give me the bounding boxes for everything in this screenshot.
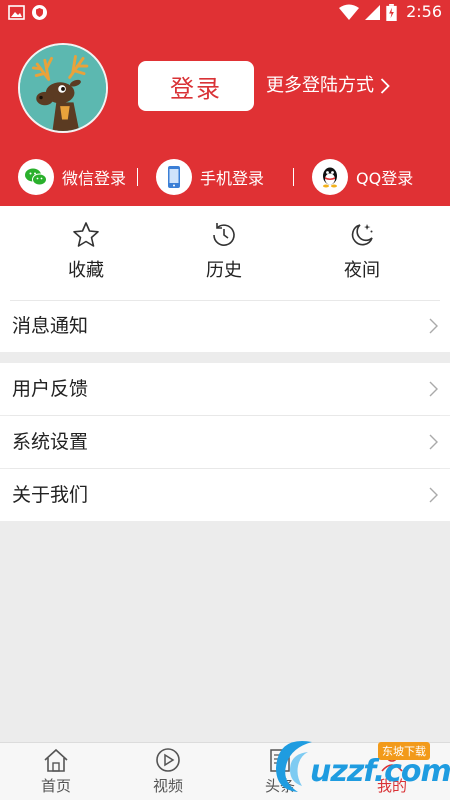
tab-home-label: 首页	[40, 777, 71, 795]
more-login-options-link[interactable]: 更多登陆方式	[266, 71, 390, 101]
watermark-text: uzzf.com	[310, 754, 450, 789]
favorites-button[interactable]: 收藏	[41, 220, 131, 282]
signal-icon	[365, 4, 381, 20]
profile-header: 登录 更多登陆方式 微信登录 手机登录 QQ登录	[0, 25, 450, 206]
history-icon	[213, 223, 235, 246]
divider	[10, 415, 440, 416]
wechat-icon	[18, 159, 54, 195]
divider	[10, 300, 440, 301]
menu-item-notifications[interactable]: 消息通知	[0, 300, 450, 352]
moon-icon	[351, 224, 373, 246]
qq-login-label: QQ登录	[356, 169, 414, 188]
qq-login-option[interactable]: QQ登录	[312, 157, 413, 197]
more-login-label: 更多登陆方式	[266, 75, 374, 96]
separator	[293, 168, 294, 186]
tab-video-label: 视频	[152, 777, 183, 795]
chevron-right-icon	[429, 434, 438, 450]
clock: 2:56	[406, 2, 442, 21]
separator	[137, 168, 138, 186]
status-bar: 2:56	[0, 0, 450, 25]
wechat-login-option[interactable]: 微信登录	[18, 157, 126, 197]
phone-login-option[interactable]: 手机登录	[156, 157, 264, 197]
moose-avatar-icon	[20, 45, 106, 131]
history-label: 历史	[206, 260, 242, 281]
chevron-right-icon	[380, 78, 390, 94]
menu-item-settings[interactable]: 系统设置	[0, 416, 450, 468]
quick-actions: 收藏 历史 夜间	[0, 206, 450, 300]
favorites-label: 收藏	[68, 260, 104, 281]
history-button[interactable]: 历史	[179, 220, 269, 282]
third-party-login-row: 微信登录 手机登录 QQ登录	[0, 157, 450, 197]
home-icon	[44, 748, 68, 772]
tab-home[interactable]: 首页	[16, 747, 96, 796]
phone-login-label: 手机登录	[200, 169, 265, 188]
site-watermark: 东坡下载 uzzf.com	[268, 734, 450, 798]
play-icon	[156, 748, 180, 772]
chevron-right-icon	[429, 487, 438, 503]
shield-icon	[32, 5, 47, 20]
menu-item-about[interactable]: 关于我们	[0, 469, 450, 521]
battery-charging-icon	[386, 3, 397, 21]
divider	[10, 468, 440, 469]
night-mode-button[interactable]: 夜间	[317, 220, 407, 282]
chevron-right-icon	[429, 381, 438, 397]
star-icon	[73, 222, 99, 247]
phone-icon	[156, 159, 192, 195]
menu-item-label: 用户反馈	[12, 378, 89, 400]
night-mode-label: 夜间	[344, 260, 380, 281]
qq-icon	[312, 159, 348, 195]
avatar[interactable]	[18, 43, 108, 133]
wifi-icon	[339, 4, 360, 20]
menu-item-feedback[interactable]: 用户反馈	[0, 363, 450, 415]
tab-video[interactable]: 视频	[128, 747, 208, 796]
menu-item-label: 消息通知	[12, 315, 89, 337]
login-button[interactable]: 登录	[138, 61, 254, 111]
chevron-right-icon	[429, 318, 438, 334]
wechat-login-label: 微信登录	[62, 169, 127, 188]
menu-item-label: 关于我们	[12, 484, 89, 506]
menu-item-label: 系统设置	[12, 431, 89, 453]
image-icon	[8, 5, 25, 20]
